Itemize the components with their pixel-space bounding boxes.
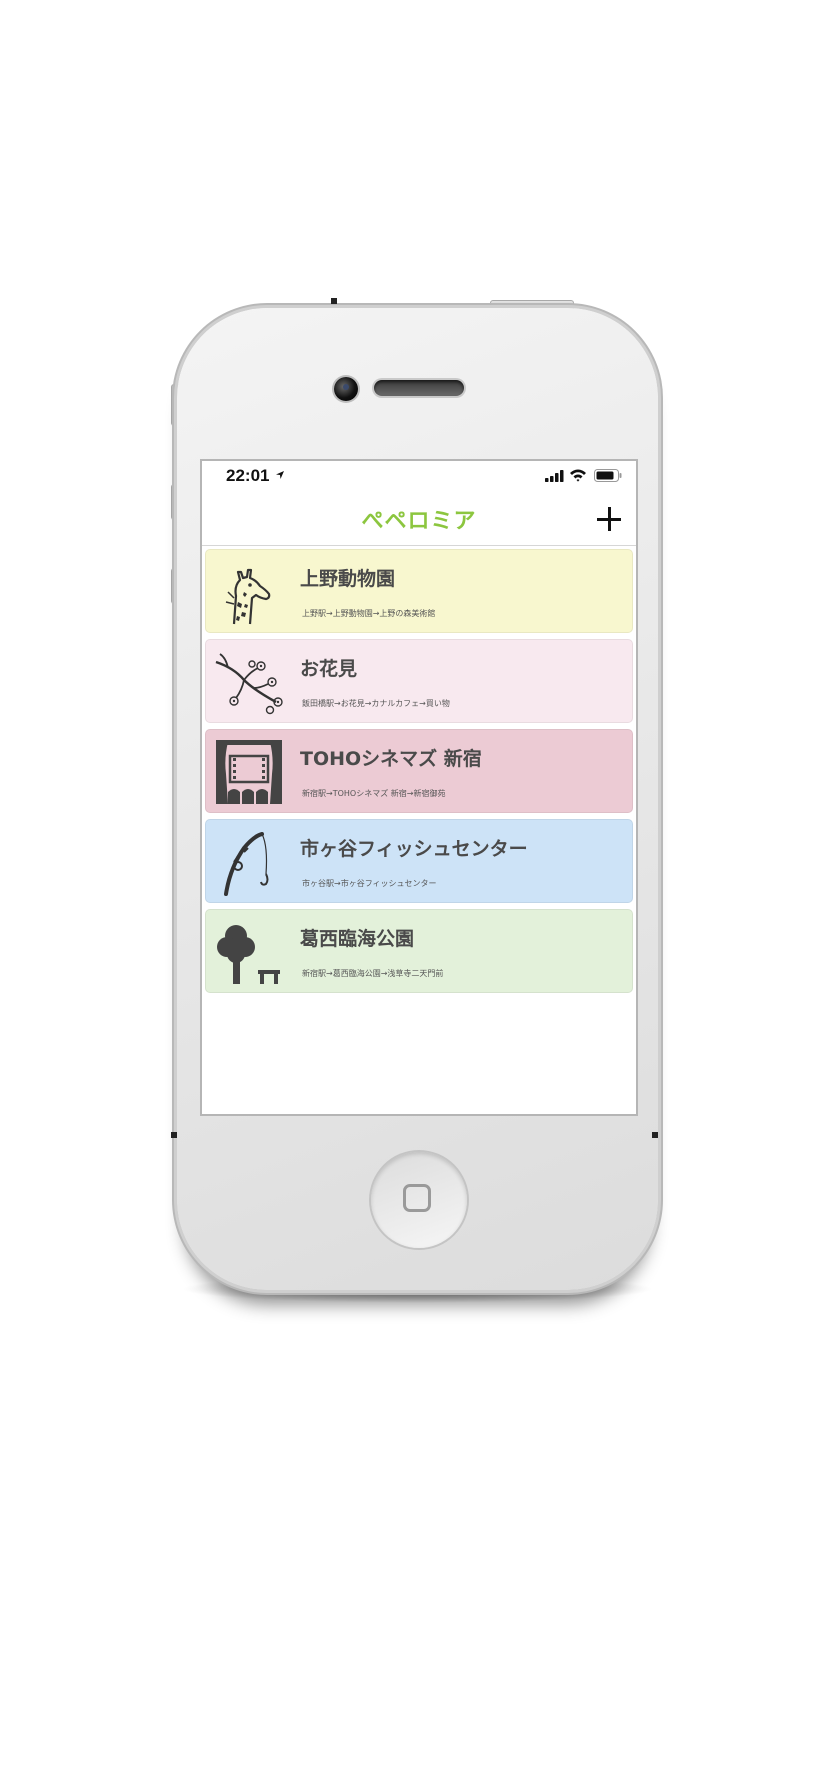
movie-theater-icon: [216, 740, 282, 804]
plan-card[interactable]: お花見 飯田橋駅→お花見→カナルカフェ→買い物: [205, 639, 633, 723]
giraffe-icon: [225, 568, 271, 625]
navigation-bar: ぺペロミア: [202, 495, 636, 546]
plan-title: TOHOシネマズ 新宿: [300, 748, 482, 770]
battery-icon: [594, 469, 622, 482]
front-camera: [334, 377, 358, 401]
tree-bench-icon: [217, 925, 280, 984]
cellular-signal-icon: [545, 470, 564, 482]
antenna-band: [171, 1132, 177, 1138]
cherry-blossom-branch-icon: [215, 653, 283, 715]
plan-card[interactable]: 市ヶ谷フィッシュセンター 市ヶ谷駅→市ヶ谷フィッシュセンター: [205, 819, 633, 903]
antenna-band: [331, 298, 337, 304]
plan-title: 市ヶ谷フィッシュセンター: [300, 838, 528, 860]
plan-route: 新宿駅→葛西臨海公園→浅草寺二天門前: [302, 969, 444, 978]
plan-card[interactable]: TOHOシネマズ 新宿 新宿駅→TOHOシネマズ 新宿→新宿御苑: [205, 729, 633, 813]
plan-route: 市ヶ谷駅→市ヶ谷フィッシュセンター: [302, 879, 437, 888]
plan-list: 上野動物園 上野駅→上野動物園→上野の森美術館 お花見 飯田橋駅→お花見→カナル…: [205, 549, 633, 999]
plan-title: お花見: [300, 658, 358, 680]
plan-card[interactable]: 上野動物園 上野駅→上野動物園→上野の森美術館: [205, 549, 633, 633]
plan-route: 上野駅→上野動物園→上野の森美術館: [302, 609, 436, 618]
home-square-icon: [403, 1184, 431, 1212]
plan-title: 上野動物園: [300, 568, 396, 590]
home-button[interactable]: [371, 1152, 467, 1248]
status-bar: 22:01: [202, 461, 636, 495]
plan-title: 葛西臨海公園: [300, 928, 415, 950]
fishing-rod-icon: [224, 832, 269, 896]
app-title: ぺペロミア: [361, 509, 477, 534]
plan-card[interactable]: 葛西臨海公園 新宿駅→葛西臨海公園→浅草寺二天門前: [205, 909, 633, 993]
antenna-band: [652, 1132, 658, 1138]
plan-route: 新宿駅→TOHOシネマズ 新宿→新宿御苑: [302, 789, 446, 798]
plan-route: 飯田橋駅→お花見→カナルカフェ→買い物: [302, 699, 450, 708]
app-screen: 22:01 ぺペロミア 上野動物園 上野駅→上野動物園→上野の森美術館 お花見 …: [200, 459, 638, 1116]
status-time: 22:01: [226, 466, 270, 485]
wifi-icon: [570, 469, 586, 482]
add-plan-button[interactable]: [596, 505, 622, 531]
earpiece-speaker: [374, 380, 464, 396]
location-arrow-icon: [276, 471, 284, 479]
